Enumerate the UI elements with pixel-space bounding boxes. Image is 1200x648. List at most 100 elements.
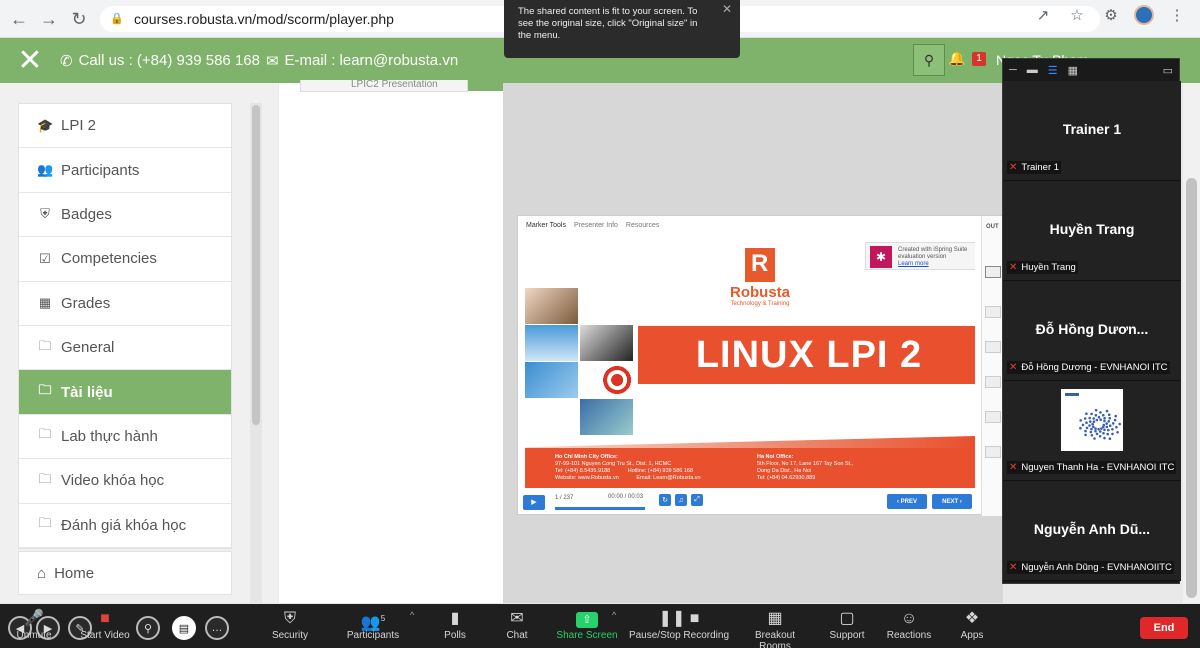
participant-tile[interactable]: Nguyễn Anh Dũ... ✕ Nguyễn Anh Dũng - EVNHA… xyxy=(1003,481,1181,581)
star-icon[interactable]: ☆ xyxy=(1066,4,1088,26)
phone-text: Call us : (+84) 939 586 168 xyxy=(78,52,260,69)
participant-name: Nguyen Thanh Ha - EVNHANOI ITC xyxy=(1021,462,1175,473)
participants-icon: 👥5 xyxy=(360,614,386,632)
video-off-icon: ■ xyxy=(100,610,110,627)
sidebar-item[interactable]: 🗀 General xyxy=(19,326,231,371)
sidebar-item[interactable]: 👥 Participants xyxy=(19,148,231,193)
participant-tile[interactable]: Huyền Trang ✕ Huyền Trang xyxy=(1003,181,1181,281)
search-button[interactable]: ⚲ xyxy=(913,44,945,76)
logo-name: Robusta xyxy=(730,284,790,301)
outline-thumb[interactable] xyxy=(985,266,1001,278)
graduation-cap-icon: 🎓 xyxy=(37,117,54,133)
ispring-line2: evaluation version xyxy=(898,254,947,260)
sidebar-item[interactable]: ⛨ Badges xyxy=(19,193,231,238)
forward-icon[interactable]: → xyxy=(34,4,64,34)
tab-indicator xyxy=(468,83,504,91)
reload-icon[interactable]: ↻ xyxy=(64,4,94,34)
tab-resources[interactable]: Resources xyxy=(626,222,659,229)
ispring-learn-more-link[interactable]: Learn more xyxy=(898,261,972,268)
slide: Robusta Technology & Training ✱ Created … xyxy=(525,236,975,488)
chat-button[interactable]: ✉ Chat xyxy=(498,608,536,641)
slide-counter: 1 / 237 xyxy=(555,494,574,501)
close-icon[interactable]: ✕ xyxy=(0,38,60,83)
sidebar-item[interactable]: 🎓 LPI 2 xyxy=(19,104,231,149)
browser-actions: ↗ ☆ ⚙ ⋮ xyxy=(1032,4,1200,26)
share-icon[interactable]: ↗ xyxy=(1032,4,1054,26)
office-hn-title: Ha Noi Office: xyxy=(757,454,794,460)
page-scrollbar[interactable] xyxy=(1183,83,1200,603)
photo-sky xyxy=(525,325,578,361)
fullscreen-icon[interactable]: ⤢ xyxy=(691,494,703,506)
outline-thumb[interactable] xyxy=(985,446,1001,458)
profile-avatar[interactable] xyxy=(1134,5,1154,25)
outline-thumb[interactable] xyxy=(985,376,1001,388)
participant-tile[interactable]: Trainer 1 ✕ Trainer 1 xyxy=(1003,81,1181,181)
content-panel xyxy=(279,83,503,603)
outline-label: OUT xyxy=(986,224,999,230)
back-icon[interactable]: ← xyxy=(4,4,34,34)
share-caret-icon[interactable]: ^ xyxy=(612,610,616,620)
end-meeting-button[interactable]: End xyxy=(1140,617,1188,639)
participant-display-name: Đỗ Hồng Dươn... xyxy=(1035,321,1149,337)
outline-thumb[interactable] xyxy=(985,306,1001,318)
extensions-icon[interactable]: ⚙ xyxy=(1100,4,1122,26)
unmute-button[interactable]: 🎤 Unmute xyxy=(10,608,58,641)
thumbnail-view-icon[interactable]: ▬ xyxy=(1027,64,1038,76)
robusta-logo: Robusta Technology & Training xyxy=(715,248,805,308)
sidebar-item-home[interactable]: ⌂ Home xyxy=(18,551,232,595)
volume-icon[interactable]: ♫ xyxy=(675,494,687,506)
gallery-grid-icon[interactable]: ▦ xyxy=(1068,64,1078,77)
sidebar-item[interactable]: 🗀 Tài liệu xyxy=(19,370,231,415)
minimize-icon[interactable]: ─ xyxy=(1009,64,1017,76)
popout-icon[interactable]: ▭ xyxy=(1163,64,1173,77)
reactions-button[interactable]: ☺ Reactions xyxy=(886,608,932,641)
sidebar-scrollbar[interactable] xyxy=(250,103,262,603)
recording-button[interactable]: ❚❚ ■ Pause/Stop Recording xyxy=(628,608,730,641)
participants-caret-icon[interactable]: ^ xyxy=(410,610,414,620)
sidebar-item[interactable]: ▦ Grades xyxy=(19,282,231,326)
participants-button[interactable]: 👥5 Participants xyxy=(342,608,404,641)
sidebar-item[interactable]: 🗀 Đánh giá khóa học xyxy=(19,504,231,548)
sidebar-item[interactable]: ☑ Competencies xyxy=(19,237,231,282)
chat-icon: ✉ xyxy=(510,610,524,627)
outline-thumb[interactable] xyxy=(985,411,1001,423)
replay-icon[interactable]: ↻ xyxy=(659,494,671,506)
presentation-tab[interactable]: LPIC2 Presentation xyxy=(300,80,468,92)
participant-name: Huyền Trang xyxy=(1021,262,1076,273)
captions-icon[interactable]: ▤ xyxy=(172,616,196,640)
tab-presenter-info[interactable]: Presenter Info xyxy=(574,222,618,229)
apps-button[interactable]: ❖ Apps xyxy=(956,608,988,641)
checkbox-icon: ☑ xyxy=(39,250,51,266)
sidebar-item[interactable]: 🗀 Video khóa học xyxy=(19,459,231,504)
share-screen-label: Share Screen xyxy=(556,630,618,641)
breakout-rooms-button[interactable]: ▦ Breakout Rooms xyxy=(738,608,812,648)
participant-tile[interactable]: Đỗ Hồng Dươn... ✕ Đỗ Hồng Dương - EVNHANOI… xyxy=(1003,281,1181,381)
table-icon: ▦ xyxy=(38,295,52,311)
more-icon[interactable]: … xyxy=(205,616,229,640)
participant-display-name: Nguyễn Anh Dũ... xyxy=(1033,521,1151,537)
speaker-view-icon[interactable]: ☰ xyxy=(1048,64,1058,77)
zoom-icon[interactable]: ⚲ xyxy=(136,616,160,640)
slide-image-tiles xyxy=(525,288,637,438)
next-button[interactable]: NEXT › xyxy=(932,494,972,509)
participant-tile[interactable]: ✕ Nguyen Thanh Ha - EVNHANOI ITC xyxy=(1003,381,1181,481)
chat-label: Chat xyxy=(506,630,528,641)
tab-marker-tools[interactable]: Marker Tools xyxy=(526,222,566,229)
support-button[interactable]: ▢ Support xyxy=(826,608,868,641)
sidebar-item[interactable]: 🗀 Lab thực hành xyxy=(19,415,231,460)
close-icon[interactable]: ✕ xyxy=(722,3,732,15)
menu-icon[interactable]: ⋮ xyxy=(1166,4,1188,26)
support-label: Support xyxy=(829,630,865,641)
prev-button[interactable]: ‹ PREV xyxy=(887,494,927,509)
security-button[interactable]: ⛨ Security xyxy=(266,608,314,641)
bell-icon[interactable]: 🔔 xyxy=(948,50,965,67)
play-button[interactable]: ▶ xyxy=(523,494,545,510)
outline-thumb[interactable] xyxy=(985,341,1001,353)
sidebar-item-label: Home xyxy=(54,564,95,582)
start-video-button[interactable]: ■ Start Video xyxy=(80,608,130,641)
polls-button[interactable]: ▮ Polls xyxy=(436,608,474,641)
start-video-label: Start Video xyxy=(80,630,130,641)
share-screen-button[interactable]: ⇧ Share Screen xyxy=(556,608,618,641)
sidebar-item-label: Badges xyxy=(61,205,112,223)
photo-man xyxy=(525,362,578,398)
